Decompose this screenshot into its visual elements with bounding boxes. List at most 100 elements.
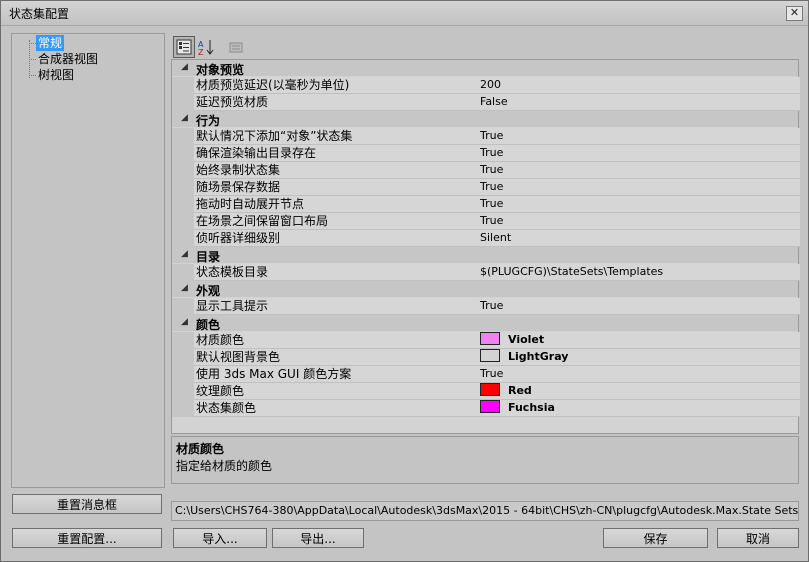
tree-connector bbox=[29, 59, 36, 60]
category-header[interactable]: ◢ 行为 bbox=[172, 111, 798, 128]
property-name: 拖动时自动展开节点 bbox=[194, 196, 479, 213]
property-value[interactable]: True bbox=[478, 179, 800, 196]
color-swatch[interactable] bbox=[480, 400, 500, 413]
row-gutter bbox=[172, 230, 194, 247]
row-gutter bbox=[172, 145, 194, 162]
color-swatch[interactable] bbox=[480, 349, 500, 362]
property-grid-toolbar: A Z bbox=[171, 33, 799, 59]
property-value[interactable]: False bbox=[478, 94, 800, 111]
category-header[interactable]: ◢ 对象预览 bbox=[172, 60, 798, 77]
property-row[interactable]: 侦听器详细级别 Silent bbox=[172, 230, 800, 247]
row-gutter bbox=[172, 196, 194, 213]
property-value[interactable]: True bbox=[478, 196, 800, 213]
reset-dialog-button[interactable]: 重置消息框 bbox=[12, 494, 162, 514]
tree-connector bbox=[29, 43, 36, 44]
row-gutter bbox=[172, 94, 194, 111]
config-path-field[interactable]: C:\Users\CHS764-380\AppData\Local\Autode… bbox=[171, 501, 799, 521]
reset-config-button[interactable]: 重置配置... bbox=[12, 528, 162, 548]
property-name: 纹理颜色 bbox=[194, 383, 479, 400]
property-grid: ◢ 对象预览 材质预览延迟(以毫秒为单位) 200 延迟预览材质 False ◢ 行为 默认情况… bbox=[171, 59, 800, 434]
collapse-arrow-icon[interactable]: ◢ bbox=[181, 317, 188, 327]
property-row[interactable]: 默认视图背景色 LightGray bbox=[172, 349, 800, 366]
property-row[interactable]: 纹理颜色 Red bbox=[172, 383, 800, 400]
property-row[interactable]: 随场景保存数据 True bbox=[172, 179, 800, 196]
property-name: 延迟预览材质 bbox=[194, 94, 479, 111]
settings-panel: A Z ◢ 对象预览 材质预览延迟(以毫秒为单位) 200 延迟预览材质 False ◢ 行为… bbox=[171, 33, 800, 485]
property-row[interactable]: 始终录制状态集 True bbox=[172, 162, 800, 179]
property-name: 材质预览延迟(以毫秒为单位) bbox=[194, 77, 479, 94]
import-button[interactable]: 导入... bbox=[173, 528, 267, 548]
property-name: 默认情况下添加“对象”状态集 bbox=[194, 128, 479, 145]
property-pages-button[interactable] bbox=[225, 36, 247, 58]
close-icon: ✕ bbox=[789, 6, 800, 19]
category-header[interactable]: ◢ 外观 bbox=[172, 281, 798, 298]
property-row[interactable]: 确保渲染输出目录存在 True bbox=[172, 145, 800, 162]
property-name: 状态集颜色 bbox=[194, 400, 479, 417]
property-row[interactable]: 使用 3ds Max GUI 颜色方案 True bbox=[172, 366, 800, 383]
property-value[interactable]: True bbox=[478, 162, 800, 179]
property-value[interactable]: Silent bbox=[478, 230, 800, 247]
category-label: 行为 bbox=[196, 114, 221, 128]
category-label: 外观 bbox=[196, 284, 221, 298]
property-value[interactable]: True bbox=[478, 145, 800, 162]
color-swatch[interactable] bbox=[480, 332, 500, 345]
collapse-arrow-icon[interactable]: ◢ bbox=[181, 62, 188, 72]
row-gutter bbox=[172, 366, 194, 383]
categorized-icon bbox=[176, 39, 192, 55]
category-label: 目录 bbox=[196, 250, 221, 264]
save-button[interactable]: 保存 bbox=[603, 528, 708, 548]
row-gutter bbox=[172, 383, 194, 400]
collapse-arrow-icon[interactable]: ◢ bbox=[181, 113, 188, 123]
property-value[interactable]: Fuchsia bbox=[478, 400, 800, 417]
property-name: 随场景保存数据 bbox=[194, 179, 479, 196]
property-value[interactable]: True bbox=[478, 213, 800, 230]
property-name: 显示工具提示 bbox=[194, 298, 479, 315]
tree-item-general[interactable]: 常规 bbox=[36, 35, 65, 51]
property-value[interactable]: True bbox=[478, 298, 800, 315]
row-gutter bbox=[172, 298, 194, 315]
row-gutter bbox=[172, 77, 194, 94]
color-name: Red bbox=[508, 384, 532, 397]
row-gutter bbox=[172, 128, 194, 145]
property-value[interactable]: 200 bbox=[478, 77, 800, 94]
sort-alphabetical-button[interactable]: A Z bbox=[195, 36, 217, 58]
category-header[interactable]: ◢ 颜色 bbox=[172, 315, 798, 332]
categorized-button[interactable] bbox=[173, 36, 195, 58]
color-swatch[interactable] bbox=[480, 383, 500, 396]
cancel-button[interactable]: 取消 bbox=[717, 528, 799, 548]
property-value[interactable]: Red bbox=[478, 383, 800, 400]
collapse-arrow-icon[interactable]: ◢ bbox=[181, 283, 188, 293]
tree-item-compositor-view[interactable]: 合成器视图 bbox=[36, 51, 100, 67]
property-value[interactable]: True bbox=[478, 366, 800, 383]
category-label: 颜色 bbox=[196, 318, 221, 332]
property-row[interactable]: 状态集颜色 Fuchsia bbox=[172, 400, 800, 417]
collapse-arrow-icon[interactable]: ◢ bbox=[181, 249, 188, 259]
property-name: 始终录制状态集 bbox=[194, 162, 479, 179]
color-name: LightGray bbox=[508, 350, 569, 363]
category-header[interactable]: ◢ 目录 bbox=[172, 247, 798, 264]
property-value[interactable]: True bbox=[478, 128, 800, 145]
property-row[interactable]: 显示工具提示 True bbox=[172, 298, 800, 315]
property-row[interactable]: 材质颜色 Violet bbox=[172, 332, 800, 349]
property-row[interactable]: 材质预览延迟(以毫秒为单位) 200 bbox=[172, 77, 800, 94]
property-row[interactable]: 拖动时自动展开节点 True bbox=[172, 196, 800, 213]
tree-connector bbox=[29, 75, 36, 76]
property-name: 默认视图背景色 bbox=[194, 349, 479, 366]
property-name: 在场景之间保留窗口布局 bbox=[194, 213, 479, 230]
property-row[interactable]: 状态模板目录 $(PLUGCFG)\StateSets\Templates bbox=[172, 264, 800, 281]
description-text: 指定给材质的颜色 bbox=[176, 459, 273, 473]
export-button[interactable]: 导出... bbox=[272, 528, 364, 548]
color-name: Fuchsia bbox=[508, 401, 555, 414]
close-button[interactable]: ✕ bbox=[786, 6, 803, 21]
property-row[interactable]: 默认情况下添加“对象”状态集 True bbox=[172, 128, 800, 145]
property-value[interactable]: Violet bbox=[478, 332, 800, 349]
state-sets-config-window: 状态集配置 ✕ 常规 合成器视图 树视图 A Z ◢ 对象预览 材质预览延迟(以… bbox=[0, 0, 809, 562]
property-value[interactable]: LightGray bbox=[478, 349, 800, 366]
row-gutter bbox=[172, 213, 194, 230]
property-value[interactable]: $(PLUGCFG)\StateSets\Templates bbox=[478, 264, 800, 281]
tree-item-tree-view[interactable]: 树视图 bbox=[36, 67, 76, 83]
color-name: Violet bbox=[508, 333, 545, 346]
property-row[interactable]: 在场景之间保留窗口布局 True bbox=[172, 213, 800, 230]
property-row[interactable]: 延迟预览材质 False bbox=[172, 94, 800, 111]
property-name: 确保渲染输出目录存在 bbox=[194, 145, 479, 162]
